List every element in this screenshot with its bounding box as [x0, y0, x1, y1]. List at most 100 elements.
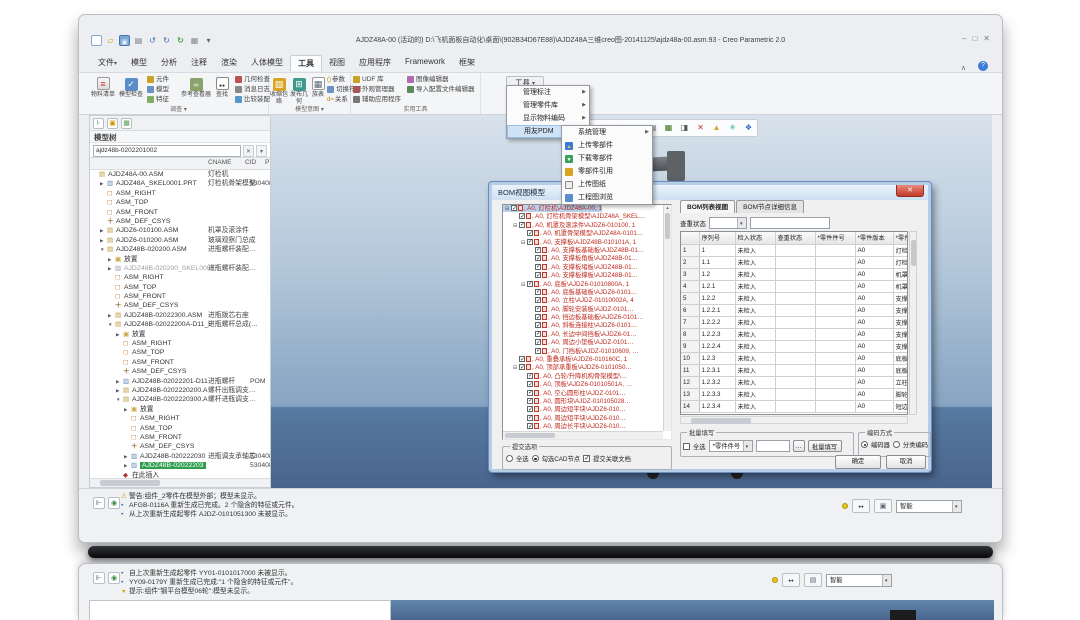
bom-table-row[interactable]: 11 1.2.3.1 未检入 A0 底板基础板 AJDZ6- — [681, 364, 908, 376]
view-toolbar-icon[interactable] — [693, 121, 708, 135]
bom-tree-hscrollbar[interactable] — [503, 431, 663, 439]
menu-tab[interactable]: 分析 — [154, 55, 184, 71]
model-tree-row[interactable]: ▶AJDZ48B-02022300.ASM 进瓶拨芯右座 — [90, 311, 270, 320]
view-toolbar-icon[interactable] — [725, 121, 740, 135]
bom-table-row[interactable]: 12 1.2.3.2 未检入 A0 立柱 AJDZ-C — [681, 376, 908, 388]
component-button[interactable]: 元件 — [147, 75, 169, 85]
bom-tree-row[interactable]: ⊟, A0, 底板\AJDZ6-01010800A, 1 — [503, 281, 663, 289]
node-checkbox[interactable] — [519, 213, 525, 219]
node-checkbox[interactable] — [535, 255, 541, 261]
view-toolbar-icon[interactable] — [741, 121, 756, 135]
menu-tab[interactable]: 渲染 — [214, 55, 244, 71]
classified-coding-radio[interactable] — [893, 441, 900, 448]
model-tree-row[interactable]: ASM_RIGHT — [90, 189, 270, 198]
bom-table-row[interactable]: 5 1.2.2 未检入 A0 支撑板 AJDZ4 — [681, 292, 908, 304]
selection-filter-combo[interactable]: 智能 — [896, 500, 962, 513]
model-tree-row[interactable]: ▼AJDZ48B-0202220300.A 螺杆进瓶调支… — [90, 395, 270, 404]
publish-geometry-button[interactable]: 发布几何 — [289, 74, 309, 105]
pdm-submenu-item[interactable]: 上传零部件 — [562, 139, 652, 152]
model-tree-row[interactable]: ▶AJDZ48B-02022201-D11 进瓶螺杆 POM — [90, 377, 270, 386]
pdm-submenu-item[interactable]: 系统管理▶ — [562, 126, 652, 139]
model-tree-row[interactable]: ▶AJDZ48B-020200_SKEL0001 进瓶螺杆装配… — [90, 264, 270, 273]
bom-tree-row[interactable]: , A0, 灯检机骨架模型\AJDZ48A_SKEL… — [503, 213, 663, 221]
model-tree-row[interactable]: ASM_FRONT — [90, 433, 270, 442]
model-check-button[interactable]: 模型检查 — [117, 74, 145, 99]
geometry-check-button[interactable]: 几何检查 — [235, 75, 270, 85]
model-tree-row[interactable]: ▼AJDZ48B-02022200A-D11_5 进瓶螺杆总成(… — [90, 320, 270, 329]
bom-tree-row[interactable]: , A0, 周边小垫板\AJDZ-0101… — [503, 339, 663, 347]
bom-table-row[interactable]: 2 1.1 未检入 A0 灯检机骨架… AJDZ4 — [681, 256, 908, 268]
bom-tree-row[interactable]: , A0, 周边短平块\AJDZ6-010… — [503, 415, 663, 423]
bom-tree-row[interactable]: , A0, 支撑板撑板\AJDZ48B-01… — [503, 272, 663, 280]
model-tree-row[interactable]: ASM_FRONT — [90, 292, 270, 301]
node-checkbox[interactable] — [511, 205, 517, 211]
menu-tab[interactable]: 视图 — [322, 55, 352, 71]
graphics-area[interactable] — [391, 600, 994, 620]
view-toolbar-icon[interactable] — [709, 121, 724, 135]
model-tree-row[interactable]: ▶AJDZ48B-02022203 530408 — [90, 461, 270, 470]
model-tree-row[interactable]: ASM_DEF_CSYS — [90, 217, 270, 226]
node-checkbox[interactable] — [535, 331, 541, 337]
node-checkbox[interactable] — [535, 348, 541, 354]
view-toolbar-icon[interactable] — [661, 121, 676, 135]
model-tree-row[interactable]: ▶放置 — [90, 405, 270, 414]
bom-table-vscrollbar[interactable] — [909, 231, 917, 415]
browser-icon[interactable] — [108, 497, 120, 509]
node-checkbox[interactable] — [535, 322, 541, 328]
bom-tree-row[interactable]: , A0, 机罩骨架模型\AJDZ48A-0101… — [503, 230, 663, 238]
bom-table-row[interactable]: 14 1.2.3.4 未检入 A0 短边长垫板 AJDZ6- — [681, 400, 908, 412]
node-checkbox[interactable] — [519, 356, 525, 362]
bom-table-row[interactable]: 1 1 未检入 A0 灯检机 AJDZ4 — [681, 244, 908, 256]
node-checkbox[interactable] — [527, 423, 533, 429]
model-tree-row[interactable]: ▶AJDZ48B-020222030 进瓶调支承轴芯 530408 — [90, 452, 270, 461]
pdm-submenu-item[interactable]: 下载零部件 — [562, 152, 652, 165]
select-box-button[interactable] — [874, 499, 892, 513]
find-in-model-button[interactable] — [852, 499, 870, 513]
node-checkbox[interactable] — [535, 339, 541, 345]
tools-menu-item[interactable]: 管理零件库▶ — [507, 99, 589, 112]
node-checkbox[interactable] — [535, 289, 541, 295]
find-button[interactable]: 查找 — [211, 74, 233, 99]
model-tree-row[interactable]: ▶放置 — [90, 255, 270, 264]
bom-tree-vscrollbar[interactable]: ▲ — [663, 205, 671, 431]
appearance-manager-button[interactable]: 外观管理器 — [353, 85, 401, 95]
pdm-submenu-item[interactable]: 工程图浏览 — [562, 191, 652, 204]
browser-icon[interactable] — [108, 572, 120, 584]
bom-tree-row[interactable]: ⊟, A0, 机罩及滚涂件\AJDZ6-010100, 1 — [503, 222, 663, 230]
bom-table-row[interactable]: 6 1.2.2.1 未检入 A0 支撑板基础板 AJDZ4 — [681, 304, 908, 316]
node-checkbox[interactable] — [535, 297, 541, 303]
group-label-model-intent[interactable]: 模型意图 ▾ — [269, 104, 350, 113]
titlebar-icon[interactable] — [189, 35, 200, 46]
selection-filter-combo[interactable]: 智能 — [826, 574, 892, 587]
menu-tab[interactable]: 文件▾ — [91, 55, 124, 71]
model-tree-row[interactable]: ASM_DEF_CSYS — [90, 442, 270, 451]
bom-tree-row[interactable]: , A0, 长边中间挡板\AJDZ6-01… — [503, 331, 663, 339]
menubar-icon[interactable] — [978, 61, 988, 71]
maximize-button[interactable]: □ — [972, 34, 977, 43]
model-tree-row[interactable]: ASM_TOP — [90, 198, 270, 207]
menu-tab[interactable]: 框架 — [452, 55, 482, 71]
titlebar-icon[interactable] — [105, 35, 116, 46]
node-checkbox[interactable] — [535, 306, 541, 312]
model-tree-row[interactable]: ▶AJDZ48B-0202220200.A 螺杆出瓶调支… — [90, 386, 270, 395]
bom-tree-row[interactable]: , A0, 空心圆形柱\AJDZ-0101… — [503, 390, 663, 398]
node-checkbox[interactable] — [527, 230, 533, 236]
node-checkbox[interactable] — [527, 415, 533, 421]
browse-more-button[interactable]: … — [793, 440, 805, 452]
model-tree-row[interactable]: ▶AJDZ48A_SKEL0001.PRT 灯检机骨架模型 530408 — [90, 179, 270, 188]
filter-dropdown-icon[interactable]: ▾ — [256, 145, 267, 157]
model-tree-row[interactable]: ASM_TOP — [90, 283, 270, 292]
node-checkbox[interactable] — [535, 247, 541, 253]
menu-tab[interactable]: 人体模型 — [244, 55, 290, 71]
model-button[interactable]: 模型 — [147, 85, 169, 95]
node-checkbox[interactable] — [535, 314, 541, 320]
node-checkbox[interactable] — [527, 406, 533, 412]
dialog-close-button[interactable]: ✕ — [896, 185, 924, 197]
coder-radio[interactable] — [861, 441, 868, 448]
bom-table-row[interactable]: 3 1.2 未检入 A0 机罩及滚涂件 AJDZ6- — [681, 268, 908, 280]
model-tree-row[interactable]: ▶AJDZ6-010100.ASM 机罩及滚涂件 — [90, 226, 270, 235]
ok-button[interactable]: 确定 — [835, 455, 881, 469]
node-checkbox[interactable] — [527, 398, 533, 404]
titlebar-icon[interactable] — [91, 35, 102, 46]
model-tree-row[interactable]: ASM_DEF_CSYS — [90, 301, 270, 310]
